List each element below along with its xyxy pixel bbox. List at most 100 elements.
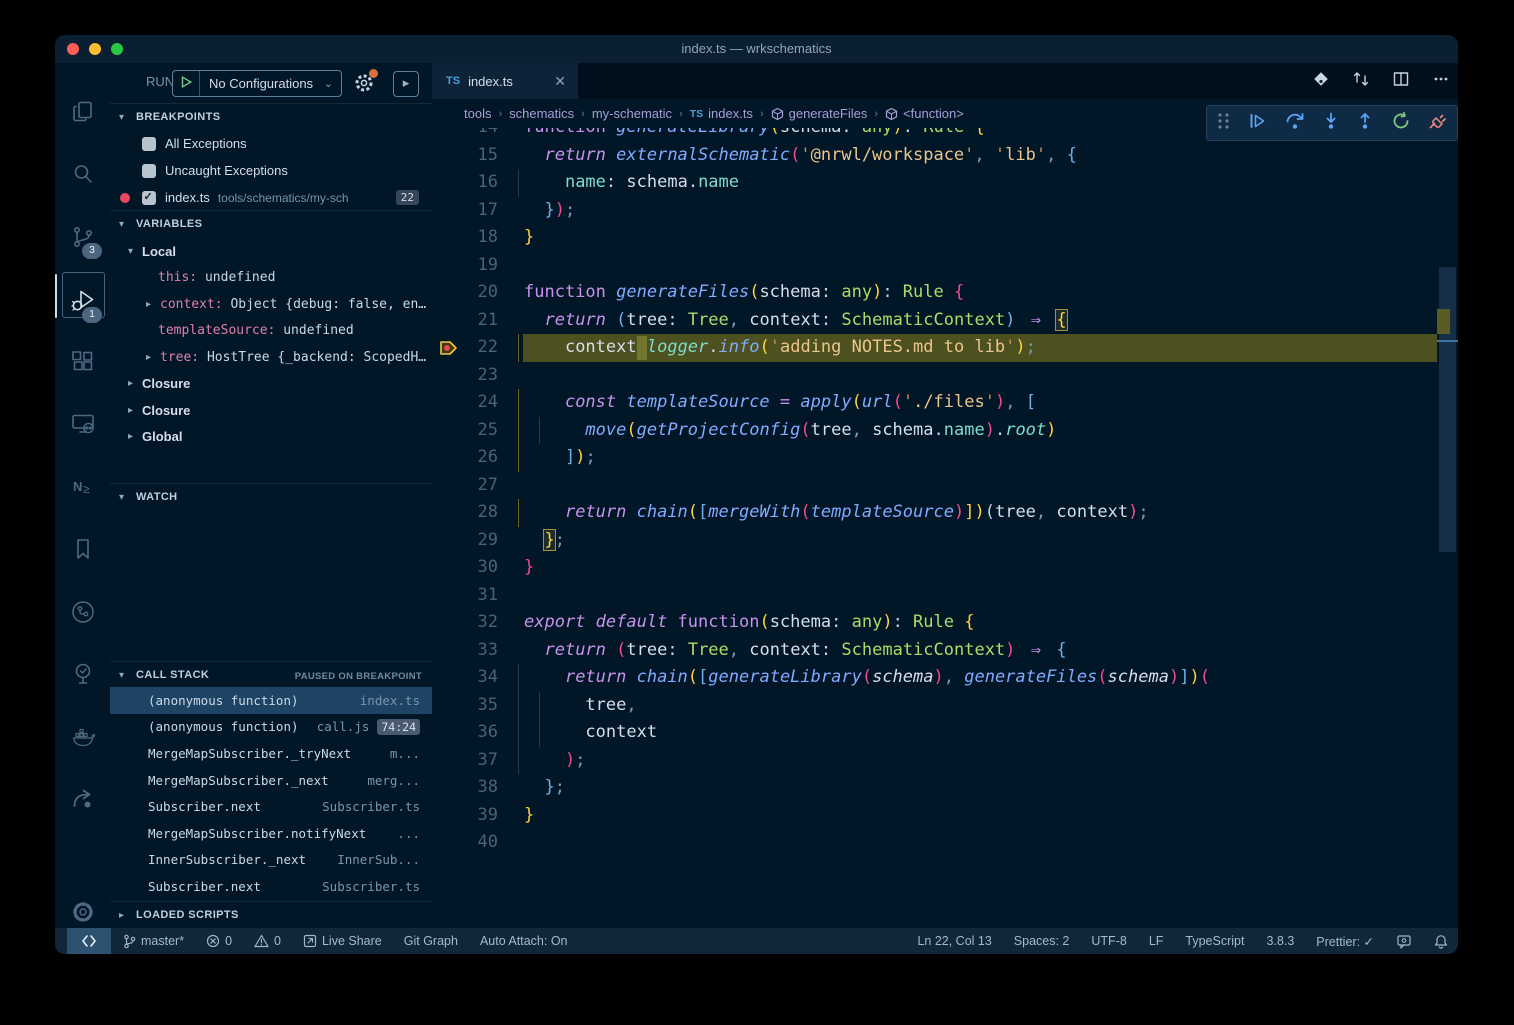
breakpoint-gutter[interactable] xyxy=(432,279,465,307)
code-line-21[interactable]: 21 return (tree: Tree, context: Schemati… xyxy=(432,307,1458,335)
code-line-31[interactable]: 31 xyxy=(432,582,1458,610)
breakpoint-gutter[interactable] xyxy=(432,637,465,665)
loaded-scripts-section-header[interactable]: ▸ LOADED SCRIPTS xyxy=(110,901,432,928)
variables-section-header[interactable]: ▾ VARIABLES xyxy=(110,210,432,238)
restart-button[interactable] xyxy=(1392,112,1410,135)
line-number[interactable]: 39 xyxy=(465,802,498,830)
breakpoint-gutter[interactable] xyxy=(432,747,465,775)
code-line-23[interactable]: 23 xyxy=(432,362,1458,390)
split-editor-button[interactable] xyxy=(1392,70,1410,93)
breakpoint-gutter[interactable] xyxy=(432,142,465,170)
line-number[interactable]: 28 xyxy=(465,499,498,527)
activity-bar-item-remote-explorer[interactable] xyxy=(55,400,110,448)
breakpoint-checkbox[interactable] xyxy=(142,164,156,178)
code-line-38[interactable]: 38 }; xyxy=(432,774,1458,802)
encoding-status[interactable]: UTF-8 xyxy=(1091,934,1126,948)
variable-row[interactable]: ▸tree: HostTree {_backend: ScopedH… xyxy=(110,344,432,371)
line-number[interactable]: 19 xyxy=(465,252,498,280)
overview-ruler[interactable] xyxy=(1437,128,1458,928)
breakpoint-gutter[interactable] xyxy=(432,307,465,335)
line-number[interactable]: 18 xyxy=(465,224,498,252)
code-line-17[interactable]: 17 }); xyxy=(432,197,1458,225)
variables-scope-row[interactable]: ▾Local xyxy=(110,238,432,265)
breakpoint-gutter[interactable] xyxy=(432,664,465,692)
code-line-15[interactable]: 15 return externalSchematic('@nrwl/works… xyxy=(432,142,1458,170)
git-branch-status[interactable]: master* xyxy=(123,934,184,949)
compare-changes-button[interactable] xyxy=(1352,70,1370,93)
code-line-28[interactable]: 28 return chain([mergeWith(templateSourc… xyxy=(432,499,1458,527)
code-line-24[interactable]: 24 const templateSource = apply(url('./f… xyxy=(432,389,1458,417)
step-into-button[interactable] xyxy=(1323,112,1339,135)
code-line-40[interactable]: 40 xyxy=(432,829,1458,857)
debug-settings-button[interactable] xyxy=(353,72,375,94)
breakpoint-gutter[interactable] xyxy=(432,444,465,472)
breadcrumb-item[interactable]: generateFiles xyxy=(771,106,868,121)
launch-configuration-dropdown[interactable]: No Configurations ⌄ xyxy=(172,70,342,97)
activity-bar-item-nx-console[interactable]: N≥ xyxy=(55,463,110,511)
breakpoint-checkbox[interactable] xyxy=(142,137,156,151)
disconnect-button[interactable] xyxy=(1428,112,1448,135)
call-stack-frame[interactable]: MergeMapSubscriber._tryNextm... xyxy=(110,740,432,767)
breakpoint-gutter[interactable] xyxy=(432,829,465,857)
activity-bar-item-explorer[interactable] xyxy=(55,88,110,136)
breadcrumb-item[interactable]: tools xyxy=(464,106,491,121)
breakpoint-gutter[interactable] xyxy=(432,582,465,610)
breakpoint-gutter[interactable] xyxy=(432,252,465,280)
breakpoint-gutter[interactable] xyxy=(432,774,465,802)
breakpoint-gutter[interactable] xyxy=(432,334,465,362)
activity-bar-item-bookmarks[interactable] xyxy=(55,525,110,573)
line-number[interactable]: 31 xyxy=(465,582,498,610)
line-number[interactable]: 23 xyxy=(465,362,498,390)
call-stack-frame[interactable]: Subscriber.nextSubscriber.ts xyxy=(110,873,432,900)
line-number[interactable]: 15 xyxy=(465,142,498,170)
code-editor[interactable]: 14function generateLibrary(schema: any):… xyxy=(432,128,1458,928)
code-line-34[interactable]: 34 return chain([generateLibrary(schema)… xyxy=(432,664,1458,692)
call-stack-frame[interactable]: MergeMapSubscriber._nextmerg... xyxy=(110,767,432,794)
ts-version-status[interactable]: 3.8.3 xyxy=(1266,934,1294,948)
breakpoint-row[interactable]: Uncaught Exceptions xyxy=(110,157,432,184)
activity-bar-item-extensions[interactable] xyxy=(55,338,110,386)
close-tab-icon[interactable]: ✕ xyxy=(554,73,566,90)
code-line-25[interactable]: 25 move(getProjectConfig(tree, schema.na… xyxy=(432,417,1458,445)
line-number[interactable]: 21 xyxy=(465,307,498,335)
variables-scope-row[interactable]: ▸Closure xyxy=(110,371,432,398)
breakpoint-row[interactable]: All Exceptions xyxy=(110,130,432,157)
drag-grip[interactable] xyxy=(1216,110,1230,137)
line-number[interactable]: 22 xyxy=(465,334,498,362)
activity-bar-item-test-explorer[interactable] xyxy=(55,650,110,698)
cursor-position-status[interactable]: Ln 22, Col 13 xyxy=(917,934,991,948)
activity-bar-item-git-graph[interactable] xyxy=(55,588,110,636)
line-number[interactable]: 34 xyxy=(465,664,498,692)
call-stack-section-header[interactable]: ▾ CALL STACK PAUSED ON BREAKPOINT xyxy=(110,661,432,689)
git-graph-status[interactable]: Git Graph xyxy=(404,934,458,948)
line-number[interactable]: 29 xyxy=(465,527,498,555)
breakpoint-gutter[interactable] xyxy=(432,472,465,500)
code-line-18[interactable]: 18} xyxy=(432,224,1458,252)
code-line-22[interactable]: 22 context.logger.info('adding NOTES.md … xyxy=(432,334,1458,362)
breakpoint-gutter[interactable] xyxy=(432,389,465,417)
line-number[interactable]: 20 xyxy=(465,279,498,307)
variables-scope-row[interactable]: ▸Global xyxy=(110,424,432,451)
language-status[interactable]: TypeScript xyxy=(1185,934,1244,948)
step-over-button[interactable] xyxy=(1285,112,1305,135)
line-number[interactable]: 40 xyxy=(465,829,498,857)
code-line-19[interactable]: 19 xyxy=(432,252,1458,280)
line-number[interactable]: 17 xyxy=(465,197,498,225)
breadcrumb-item[interactable]: my-schematic xyxy=(592,106,672,121)
breakpoint-gutter[interactable] xyxy=(432,499,465,527)
breakpoint-gutter[interactable] xyxy=(432,197,465,225)
errors-status[interactable]: 0 xyxy=(206,934,232,948)
line-number[interactable]: 25 xyxy=(465,417,498,445)
indentation-status[interactable]: Spaces: 2 xyxy=(1014,934,1070,948)
line-number[interactable]: 24 xyxy=(465,389,498,417)
code-line-33[interactable]: 33 return (tree: Tree, context: Schemati… xyxy=(432,637,1458,665)
auto-attach-status[interactable]: Auto Attach: On xyxy=(480,934,568,948)
line-number[interactable]: 30 xyxy=(465,554,498,582)
breakpoint-gutter[interactable] xyxy=(432,417,465,445)
code-line-32[interactable]: 32export default function(schema: any): … xyxy=(432,609,1458,637)
code-line-35[interactable]: 35 tree, xyxy=(432,692,1458,720)
notifications-status[interactable] xyxy=(1434,934,1448,949)
call-stack-frame[interactable]: InnerSubscriber._nextInnerSub... xyxy=(110,847,432,874)
breakpoint-gutter[interactable] xyxy=(432,554,465,582)
breakpoint-gutter[interactable] xyxy=(432,224,465,252)
